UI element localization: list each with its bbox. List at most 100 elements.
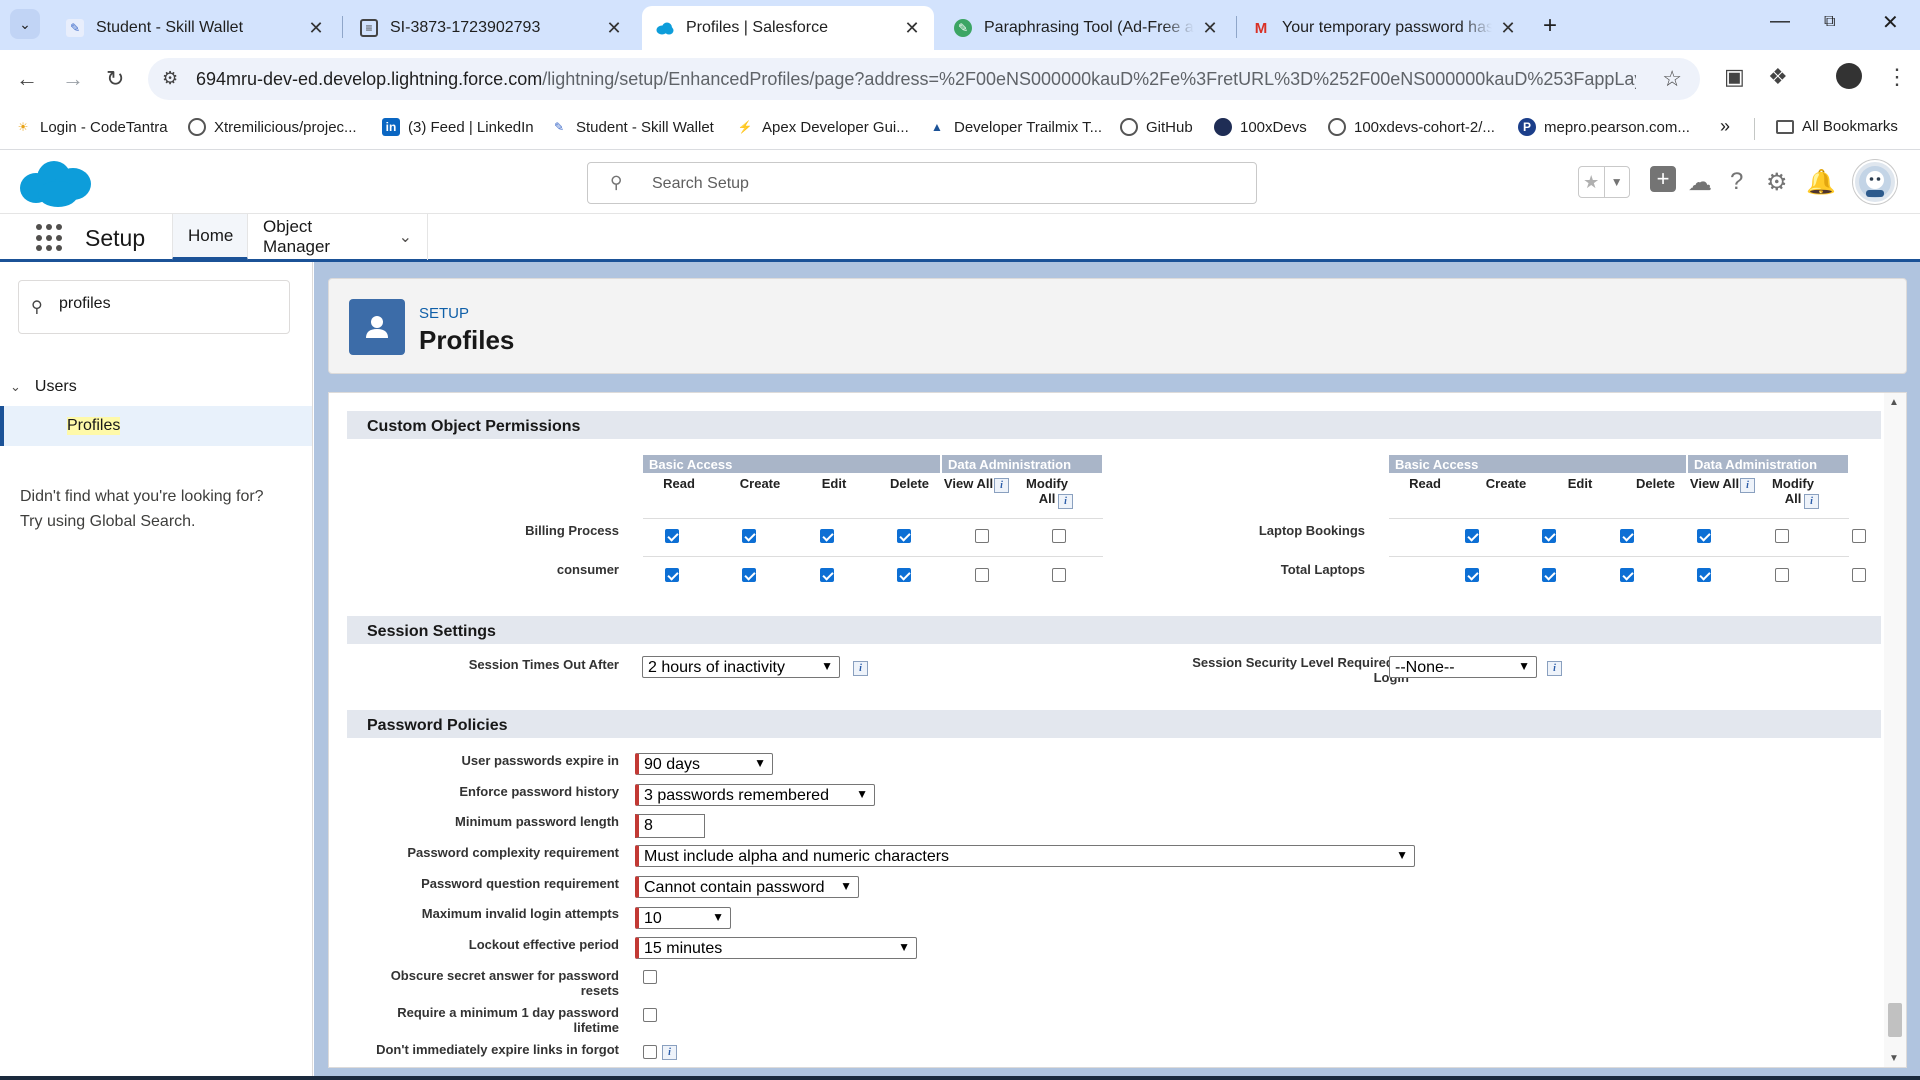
- nav-tab-object-manager[interactable]: Object Manager ⌄: [248, 214, 428, 260]
- app-launcher-icon[interactable]: [36, 224, 64, 252]
- browser-tab-skill-wallet[interactable]: ✎ Student - Skill Wallet ✕: [52, 6, 338, 50]
- close-window-icon[interactable]: ✕: [1882, 10, 1899, 35]
- help-icon[interactable]: ?: [1730, 168, 1743, 196]
- permission-checkbox-view-all[interactable]: [1775, 529, 1789, 543]
- cast-icon[interactable]: ▣: [1724, 64, 1745, 90]
- question-requirement-select[interactable]: Cannot contain password ▼: [635, 876, 859, 898]
- browser-tab-paraphrasing[interactable]: ✎ Paraphrasing Tool (Ad-Free and ✕: [940, 6, 1232, 50]
- bookmark-apex[interactable]: ⚡ Apex Developer Gui...: [736, 118, 909, 136]
- setup-search-input[interactable]: ⚲ Search Setup: [587, 162, 1257, 204]
- permission-checkbox-delete[interactable]: [897, 529, 911, 543]
- quick-find-input[interactable]: [59, 295, 259, 313]
- site-settings-icon[interactable]: ⚙: [162, 68, 178, 89]
- info-icon[interactable]: i: [1058, 494, 1073, 509]
- forward-icon[interactable]: →: [62, 66, 84, 92]
- tab-search-icon[interactable]: ⌄: [10, 9, 40, 39]
- permission-checkbox-delete[interactable]: [1697, 529, 1711, 543]
- max-attempts-select[interactable]: 10 ▼: [635, 907, 731, 929]
- permission-checkbox-modify-all[interactable]: [1052, 529, 1066, 543]
- permission-checkbox-edit[interactable]: [1620, 568, 1634, 582]
- permission-checkbox-create[interactable]: [742, 568, 756, 582]
- url-text[interactable]: 694mru-dev-ed.develop.lightning.force.co…: [196, 69, 1636, 90]
- session-timeout-select[interactable]: 2 hours of inactivity ▼: [642, 656, 840, 678]
- bookmark-cohort[interactable]: 100xdevs-cohort-2/...: [1328, 118, 1495, 136]
- permission-checkbox-view-all[interactable]: [1775, 568, 1789, 582]
- no-expire-links-checkbox[interactable]: [643, 1045, 657, 1059]
- nav-tab-home[interactable]: Home: [172, 214, 248, 260]
- min-day-lifetime-checkbox[interactable]: [643, 1008, 657, 1022]
- profile-avatar-icon[interactable]: [1836, 63, 1862, 89]
- reload-icon[interactable]: ↻: [106, 66, 124, 92]
- permission-checkbox-edit[interactable]: [820, 529, 834, 543]
- setup-gear-icon[interactable]: ⚙: [1766, 168, 1788, 197]
- permission-checkbox-modify-all[interactable]: [1052, 568, 1066, 582]
- session-security-select[interactable]: --None-- ▼: [1389, 656, 1537, 678]
- address-bar[interactable]: ⚙ 694mru-dev-ed.develop.lightning.force.…: [148, 58, 1700, 100]
- bookmark-star-icon[interactable]: ☆: [1662, 66, 1682, 92]
- close-tab-icon[interactable]: ✕: [1200, 18, 1220, 39]
- close-tab-icon[interactable]: ✕: [306, 18, 326, 39]
- permission-checkbox-read[interactable]: [665, 529, 679, 543]
- info-icon[interactable]: i: [1547, 661, 1562, 676]
- tree-node-users[interactable]: ⌄ Users: [10, 378, 77, 396]
- lockout-period-select[interactable]: 15 minutes ▼: [635, 937, 917, 959]
- chevron-down-icon[interactable]: ⌄: [10, 379, 21, 395]
- permission-checkbox-delete[interactable]: [897, 568, 911, 582]
- bookmark-github[interactable]: GitHub: [1120, 118, 1193, 136]
- bookmark-pearson[interactable]: Pmepro.pearson.com...: [1518, 118, 1690, 136]
- quick-find[interactable]: ⚲: [18, 280, 290, 334]
- info-icon[interactable]: i: [853, 661, 868, 676]
- extensions-icon[interactable]: ❖: [1768, 64, 1788, 90]
- password-expire-select[interactable]: 90 days ▼: [635, 753, 773, 775]
- user-avatar[interactable]: [1853, 160, 1897, 204]
- restore-window-icon[interactable]: ⧉: [1824, 13, 1835, 31]
- permission-checkbox-create[interactable]: [1542, 529, 1556, 543]
- all-bookmarks[interactable]: All Bookmarks: [1776, 118, 1898, 135]
- permission-checkbox-view-all[interactable]: [975, 529, 989, 543]
- back-icon[interactable]: ←: [16, 66, 38, 92]
- new-tab-icon[interactable]: +: [1543, 12, 1557, 40]
- close-tab-icon[interactable]: ✕: [1498, 18, 1518, 39]
- browser-tab-profiles[interactable]: Profiles | Salesforce ✕: [642, 6, 934, 50]
- minimize-window-icon[interactable]: —: [1770, 10, 1790, 33]
- bookmark-codetantra[interactable]: ☀ Login - CodeTantra: [14, 118, 168, 136]
- scrollbar-thumb[interactable]: [1888, 1003, 1902, 1037]
- favorites-button[interactable]: ★ ▼: [1578, 166, 1630, 198]
- permission-checkbox-create[interactable]: [742, 529, 756, 543]
- info-icon[interactable]: i: [994, 478, 1009, 493]
- notifications-bell-icon[interactable]: 🔔: [1806, 168, 1836, 197]
- bookmark-linkedin[interactable]: in (3) Feed | LinkedIn: [382, 118, 534, 136]
- permission-checkbox-modify-all[interactable]: [1852, 568, 1866, 582]
- scroll-up-icon[interactable]: ▲: [1889, 397, 1899, 408]
- browser-menu-icon[interactable]: ⋮: [1886, 64, 1908, 90]
- password-history-select[interactable]: 3 passwords remembered ▼: [635, 784, 875, 806]
- permission-checkbox-read[interactable]: [1465, 529, 1479, 543]
- permission-checkbox-create[interactable]: [1542, 568, 1556, 582]
- close-tab-icon[interactable]: ✕: [902, 18, 922, 39]
- global-actions-plus-icon[interactable]: +: [1650, 166, 1676, 192]
- bookmark-trailmix[interactable]: ▲ Developer Trailmix T...: [928, 118, 1102, 136]
- browser-tab-si[interactable]: ≡ SI-3873-1723902793 ✕: [346, 6, 636, 50]
- complexity-select[interactable]: Must include alpha and numeric character…: [635, 845, 1415, 867]
- info-icon[interactable]: i: [662, 1045, 677, 1060]
- bookmark-skill-wallet[interactable]: ✎ Student - Skill Wallet: [550, 118, 714, 136]
- permission-checkbox-delete[interactable]: [1697, 568, 1711, 582]
- permission-checkbox-edit[interactable]: [820, 568, 834, 582]
- browser-tab-gmail[interactable]: M Your temporary password has b ✕: [1238, 6, 1530, 50]
- info-icon[interactable]: i: [1740, 478, 1755, 493]
- bookmark-100xdevs[interactable]: 100xDevs: [1214, 118, 1307, 136]
- chevron-down-icon[interactable]: ▼: [1603, 167, 1630, 197]
- permission-checkbox-modify-all[interactable]: [1852, 529, 1866, 543]
- salesforce-logo-icon[interactable]: [18, 158, 92, 213]
- chevron-down-icon[interactable]: ⌄: [399, 227, 412, 247]
- permission-checkbox-read[interactable]: [665, 568, 679, 582]
- permission-checkbox-read[interactable]: [1465, 568, 1479, 582]
- min-length-input[interactable]: 8: [635, 814, 705, 838]
- obscure-answer-checkbox[interactable]: [643, 970, 657, 984]
- star-icon[interactable]: ★: [1579, 167, 1604, 197]
- permission-checkbox-view-all[interactable]: [975, 568, 989, 582]
- close-tab-icon[interactable]: ✕: [604, 18, 624, 39]
- more-bookmarks-icon[interactable]: »: [1720, 116, 1730, 137]
- scroll-down-icon[interactable]: ▼: [1889, 1053, 1899, 1064]
- trailhead-guidance-icon[interactable]: ☁: [1688, 168, 1712, 197]
